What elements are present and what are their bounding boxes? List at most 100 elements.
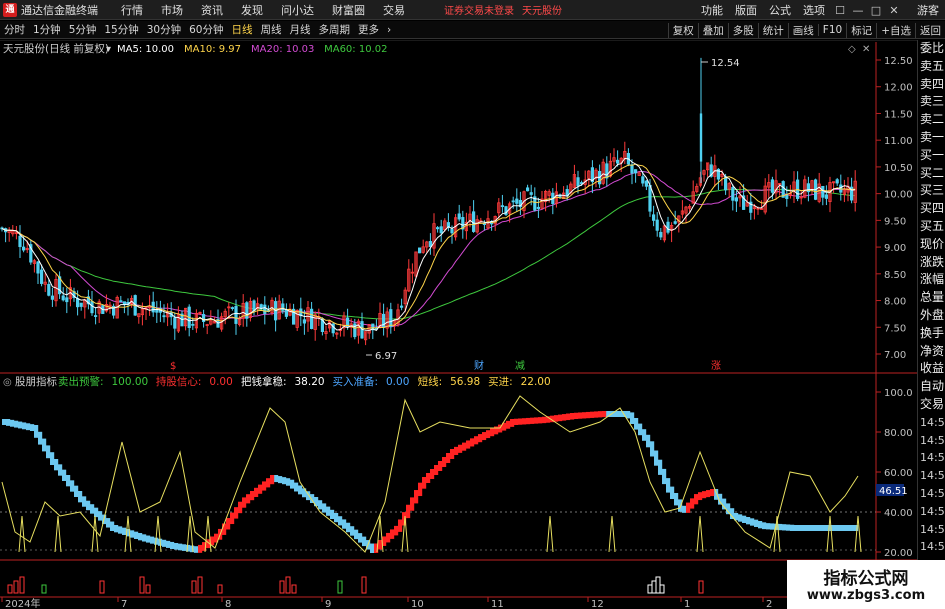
tab-60min[interactable]: 60分钟 [185, 22, 227, 37]
f10-button[interactable]: F10 [817, 24, 846, 36]
blue-segment [782, 524, 787, 531]
quote-side-panel: 委比 卖五 卖四 卖三 卖二 卖一 买一 买二 买三 买四 买五 现价 涨跌 涨幅 总量 外盘 换手 净资 收益 自动… [917, 40, 945, 609]
indicator-gear-icon[interactable]: ◎ [3, 377, 12, 388]
blue-segment [766, 523, 771, 530]
side-panel-item-15[interactable]: 外盘 [918, 307, 945, 325]
menu-banmian[interactable]: 版面 [729, 2, 763, 18]
blue-segment [630, 412, 635, 424]
side-panel-item-2[interactable]: 卖四 [918, 76, 945, 94]
red-segment [246, 494, 251, 504]
side-panel-item-19[interactable]: 自动 [918, 378, 945, 396]
ind-tick-label-1: 80.00 [884, 428, 913, 439]
red-segment [434, 465, 439, 475]
side-panel-item-7[interactable]: 买二 [918, 165, 945, 183]
blue-segment [346, 522, 351, 533]
side-panel-item-18[interactable]: 收益 [918, 360, 945, 378]
indicator-name[interactable]: 股朋指标 [15, 375, 57, 388]
panel-close-icon[interactable]: ✕ [862, 44, 870, 55]
red-segment [686, 502, 691, 513]
blue-segment [26, 423, 31, 431]
close-icon[interactable]: ✕ [885, 4, 903, 17]
menu-wenxiaoda[interactable]: 问小达 [272, 2, 323, 18]
blue-segment [786, 524, 791, 531]
red-segment [486, 430, 491, 439]
candle-body [655, 219, 659, 231]
side-panel-item-10[interactable]: 买五 [918, 218, 945, 236]
candle-body [76, 298, 80, 308]
side-panel-item-5[interactable]: 卖一 [918, 129, 945, 147]
stats-button[interactable]: 统计 [757, 22, 788, 38]
menu-caifuquan[interactable]: 财富圈 [323, 2, 374, 18]
settings-diamond-icon[interactable]: ◇ [848, 44, 856, 55]
menu-hangqing[interactable]: 行情 [112, 2, 152, 18]
draw-line-button[interactable]: 画线 [787, 22, 818, 38]
restore-window-icon[interactable]: ☐ [831, 4, 849, 17]
tab-15min[interactable]: 15分钟 [100, 22, 142, 37]
tab-1min[interactable]: 1分钟 [29, 22, 65, 37]
tick-time-4: 14:5 [920, 486, 945, 500]
side-panel-item-20[interactable]: 交易 [918, 396, 945, 414]
side-panel-item-17[interactable]: 净资 [918, 343, 945, 361]
candle-body [122, 301, 126, 305]
blue-segment [678, 499, 683, 512]
menu-jiaoyi[interactable]: 交易 [374, 2, 414, 18]
blue-segment [46, 445, 51, 459]
side-panel-item-12[interactable]: 涨跌 [918, 254, 945, 272]
menu-faxian[interactable]: 发现 [232, 2, 272, 18]
overlay-button[interactable]: 叠加 [697, 22, 728, 38]
signal-marker-3: 减 [515, 360, 525, 372]
menu-gongshi[interactable]: 公式 [763, 2, 797, 18]
menu-gongneng[interactable]: 功能 [695, 2, 729, 18]
candle-body [648, 184, 652, 212]
candle-body [191, 323, 195, 326]
blue-segment [798, 525, 803, 531]
tab-5min[interactable]: 5分钟 [65, 22, 101, 37]
blue-segment [10, 419, 15, 427]
blue-segment [326, 506, 331, 516]
mark-button[interactable]: 标记 [846, 22, 876, 38]
blue-segment [370, 543, 375, 553]
side-panel-item-13[interactable]: 涨幅 [918, 271, 945, 289]
menu-zixun[interactable]: 资讯 [192, 2, 232, 18]
blue-segment [846, 525, 851, 531]
tab-monthly[interactable]: 月线 [286, 22, 315, 37]
side-panel-item-8[interactable]: 买三 [918, 182, 945, 200]
chart-area[interactable]: 天元股份(日线 前复权) ▾ MA5: 10.00 MA10: 9.97 MA20:… [0, 40, 917, 609]
multi-stock-button[interactable]: 多股 [727, 22, 758, 38]
ma-dropdown-icon[interactable]: ▾ [106, 44, 111, 55]
side-panel-item-14[interactable]: 总量 [918, 289, 945, 307]
maximize-icon[interactable]: □ [867, 4, 885, 17]
tab-multi-period[interactable]: 多周期 [315, 22, 355, 37]
side-panel-item-16[interactable]: 换手 [918, 325, 945, 343]
tab-more[interactable]: 更多 [354, 22, 383, 37]
minimize-icon[interactable]: — [849, 4, 867, 17]
candle-body [47, 283, 51, 296]
red-segment [226, 518, 231, 530]
candle-body [511, 200, 515, 203]
side-panel-item-0[interactable]: 委比 [918, 40, 945, 58]
blue-segment [18, 421, 23, 429]
side-panel-item-1[interactable]: 卖五 [918, 58, 945, 76]
tab-fenshi[interactable]: 分时 [0, 22, 29, 37]
red-segment [562, 414, 567, 421]
more-arrow-icon[interactable]: › [383, 24, 395, 36]
add-watchlist-button[interactable]: +自选 [876, 22, 915, 38]
period-toolbar: 分时 1分钟 5分钟 15分钟 30分钟 60分钟 日线 周线 月线 多周期 更… [0, 21, 945, 39]
menu-xuanxiang[interactable]: 选项 [797, 2, 831, 18]
guest-label[interactable]: 游客 [917, 2, 939, 18]
side-panel-item-9[interactable]: 买四 [918, 200, 945, 218]
tab-daily[interactable]: 日线 [228, 22, 257, 37]
fuquan-button[interactable]: 复权 [667, 22, 698, 38]
side-panel-item-6[interactable]: 买一 [918, 147, 945, 165]
back-button[interactable]: 返回 [915, 22, 945, 38]
red-segment [518, 418, 523, 425]
login-status[interactable]: 证券交易未登录 [444, 2, 514, 17]
side-panel-item-4[interactable]: 卖二 [918, 111, 945, 129]
menu-shichang[interactable]: 市场 [152, 2, 192, 18]
blue-segment [822, 525, 827, 531]
side-panel-item-3[interactable]: 卖三 [918, 93, 945, 111]
side-panel-item-11[interactable]: 现价 [918, 236, 945, 254]
tab-weekly[interactable]: 周线 [257, 22, 286, 37]
red-segment [250, 491, 255, 501]
tab-30min[interactable]: 30分钟 [143, 22, 185, 37]
